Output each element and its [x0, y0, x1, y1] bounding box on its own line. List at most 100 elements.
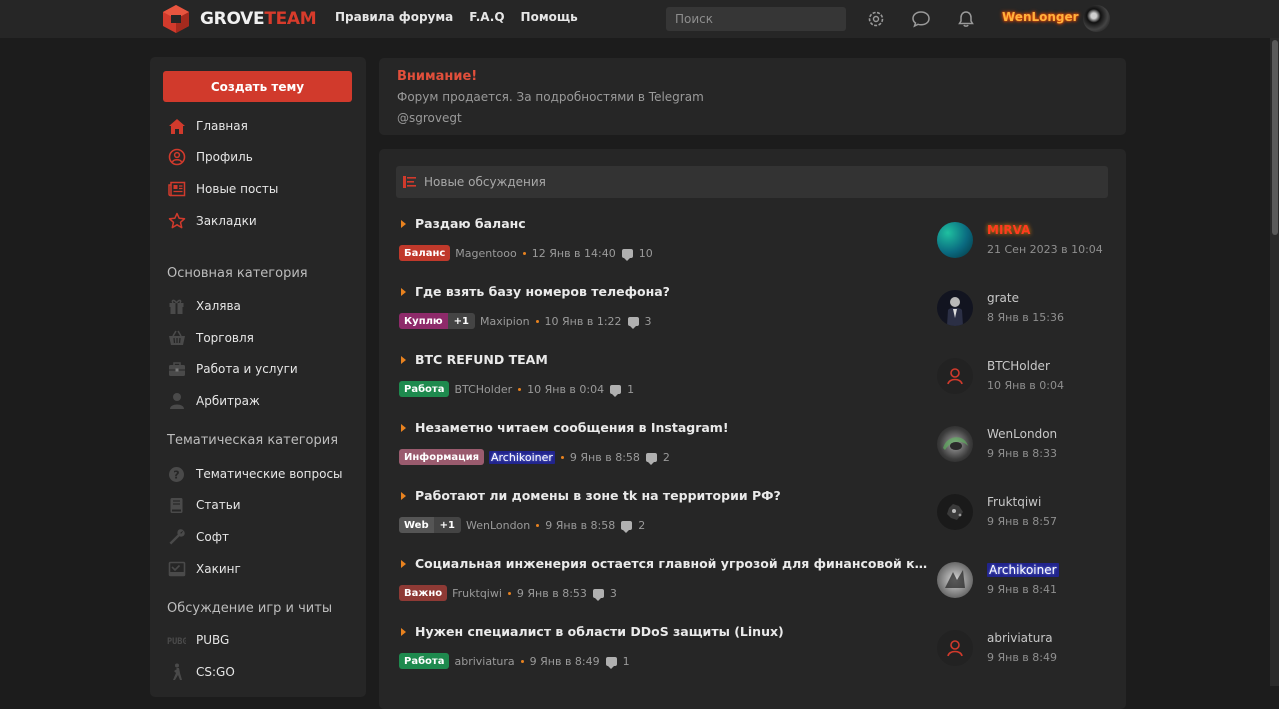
last-poster-name[interactable]: Archikoiner [987, 563, 1059, 577]
last-poster-avatar[interactable] [937, 290, 973, 326]
thread-tag[interactable]: Работа [399, 653, 450, 669]
thread-author[interactable]: WenLondon [466, 519, 530, 532]
thread-title[interactable]: Незаметно читаем сообщения в Instagram! [415, 420, 935, 435]
sidebar-item-software[interactable]: Софт [167, 526, 229, 548]
sidebar-item-freebies[interactable]: Халява [167, 295, 241, 317]
last-poster-avatar[interactable] [937, 494, 973, 530]
nav-forum-rules[interactable]: Правила форума [335, 10, 453, 24]
sidebar-item-label: Новые посты [196, 182, 279, 196]
thread-tag[interactable]: Информация [399, 449, 484, 465]
thread-meta: Работа abriviatura 9 Янв в 8:49 1 [399, 652, 630, 670]
thread-author[interactable]: abriviatura [454, 655, 514, 668]
thread-title[interactable]: BTC REFUND TEAM [415, 352, 935, 367]
sidebar-item-label: Хакинг [196, 562, 241, 576]
thread-author[interactable]: Maxipion [480, 315, 530, 328]
replies-icon [627, 316, 639, 329]
site-logo[interactable]: GROVETEAM [162, 4, 317, 34]
sidebar-item-home[interactable]: Главная [167, 115, 248, 137]
thread-tag[interactable]: Web [399, 517, 434, 533]
sidebar-item-articles[interactable]: Статьи [167, 494, 241, 516]
question-icon: ? [167, 465, 186, 484]
sidebar-item-hacking[interactable]: Хакинг [167, 558, 241, 580]
last-poster-name[interactable]: Fruktqiwi [987, 495, 1041, 509]
bell-icon[interactable] [955, 8, 977, 30]
sidebar-item-csgo[interactable]: CS:GO [167, 661, 235, 683]
thread-tag-group: Информация [399, 449, 484, 465]
notice-title: Внимание! [397, 69, 478, 84]
chat-bubble-icon[interactable] [910, 8, 932, 30]
last-poster-avatar[interactable] [937, 222, 973, 258]
sidebar-item-bookmarks[interactable]: Закладки [167, 210, 257, 232]
thread-row: BTC REFUND TEAM Работа BTCHolder 10 Янв … [379, 352, 1126, 420]
thread-arrow-icon [401, 288, 406, 296]
default-avatar-icon[interactable] [937, 630, 973, 666]
search-input[interactable] [666, 7, 846, 31]
thread-tag[interactable]: Куплю [399, 313, 448, 329]
thread-date: 9 Янв в 8:49 [529, 654, 600, 668]
thread-date: 9 Янв в 8:58 [545, 518, 616, 532]
default-avatar-icon[interactable] [937, 358, 973, 394]
sidebar-item-label: Арбитраж [196, 394, 260, 408]
replies-icon [605, 656, 617, 669]
nav-help[interactable]: Помощь [521, 10, 578, 24]
sidebar-item-label: CS:GO [196, 665, 235, 679]
nav-faq[interactable]: F.A.Q [469, 10, 504, 24]
thread-arrow-icon [401, 492, 406, 500]
thread-tag-group: Важно [399, 585, 448, 601]
thread-replies: 2 [638, 518, 646, 532]
last-poster-avatar[interactable] [937, 562, 973, 598]
thread-author[interactable]: Fruktqiwi [452, 587, 502, 600]
thread-tag-extra[interactable]: +1 [433, 517, 461, 533]
sidebar-item-arbitrage[interactable]: Арбитраж [167, 390, 260, 412]
sidebar-item-profile[interactable]: Профиль [167, 146, 253, 168]
last-post-time: 9 Янв в 8:41 [987, 583, 1057, 596]
last-poster-name-text[interactable]: Archikoiner [987, 563, 1059, 577]
last-post-time: 9 Янв в 8:33 [987, 447, 1057, 460]
thread-tag-extra[interactable]: +1 [447, 313, 475, 329]
sidebar-item-jobs[interactable]: Работа и услуги [167, 358, 298, 380]
thread-author[interactable]: Archikoiner [489, 450, 555, 464]
sidebar-item-label: PUBG [196, 633, 230, 647]
current-username[interactable]: WenLonger [1002, 10, 1079, 24]
sidebar-item-pubg[interactable]: PUBG PUBG [167, 629, 229, 651]
replies-icon [621, 520, 633, 533]
sidebar-item-questions[interactable]: ? Тематические вопросы [167, 463, 343, 485]
last-poster-name[interactable]: BTCHolder [987, 359, 1050, 373]
notice-box: Внимание! Форум продается. За подробност… [379, 58, 1126, 135]
thread-meta: Баланс Magentooo 12 Янв в 14:40 10 [399, 244, 653, 262]
notice-telegram-link[interactable]: @sgrovegt [397, 111, 462, 125]
thread-tag-group: Куплю +1 [399, 313, 475, 329]
last-poster-name[interactable]: grate [987, 291, 1019, 305]
sidebar-item-new-posts[interactable]: Новые посты [167, 178, 278, 200]
thread-author[interactable]: BTCHolder [454, 383, 512, 396]
user-avatar[interactable] [1083, 5, 1110, 32]
sidebar-item-trade[interactable]: Торговля [167, 327, 254, 349]
thread-replies: 3 [609, 586, 617, 600]
thread-tag[interactable]: Баланс [399, 245, 451, 261]
category-title-games: Обсуждение игр и читы [167, 601, 333, 616]
thread-title[interactable]: Социальная инженерия остается главной уг… [415, 556, 935, 571]
logo-text: GROVETEAM [200, 9, 317, 29]
thread-title[interactable]: Нужен специалист в области DDoS защиты (… [415, 624, 935, 639]
gear-icon[interactable] [865, 8, 887, 30]
top-bar: GROVETEAM Правила форума F.A.Q Помощь We… [0, 0, 1279, 38]
notice-text: Форум продается. За подробностями в Tele… [397, 90, 704, 104]
sidebar-item-label: Софт [196, 530, 229, 544]
thread-author[interactable]: Magentooo [455, 247, 516, 260]
create-topic-button[interactable]: Создать тему [163, 71, 352, 102]
thread-arrow-icon [401, 356, 406, 364]
thread-tag[interactable]: Важно [399, 585, 448, 601]
last-poster-name[interactable]: WenLondon [987, 427, 1057, 441]
thread-title[interactable]: Где взять базу номеров телефона? [415, 284, 935, 299]
scrollbar-thumb[interactable] [1272, 40, 1278, 235]
thread-arrow-icon [401, 220, 406, 228]
last-poster-name[interactable]: MIRVA [987, 223, 1030, 237]
last-poster-name[interactable]: abriviatura [987, 631, 1053, 645]
thread-arrow-icon [401, 560, 406, 568]
thread-title[interactable]: Работают ли домены в зоне tk на территор… [415, 488, 935, 503]
page-scrollbar[interactable] [1270, 38, 1279, 686]
thread-title[interactable]: Раздаю баланс [415, 216, 935, 231]
thread-tag[interactable]: Работа [399, 381, 450, 397]
last-poster-avatar[interactable] [937, 426, 973, 462]
thread-row: Незаметно читаем сообщения в Instagram! … [379, 420, 1126, 488]
